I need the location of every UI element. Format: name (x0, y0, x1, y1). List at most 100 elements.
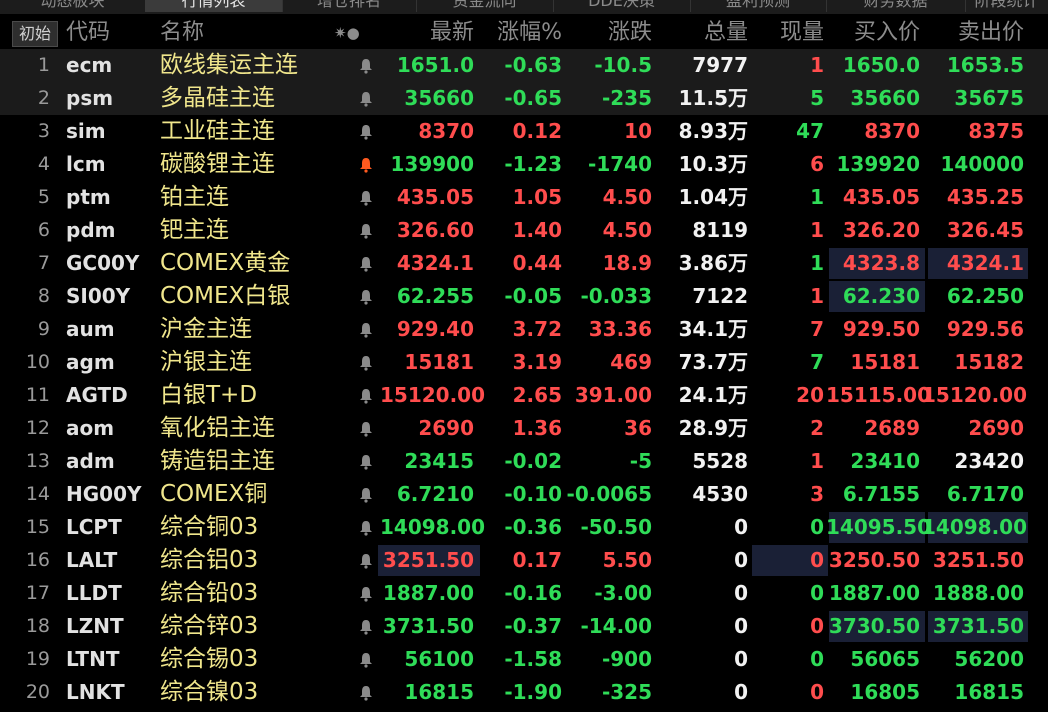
row-code: pdm (66, 218, 116, 242)
row-current-volume: 20 (796, 383, 824, 407)
row-change-pct: 0.12 (512, 119, 562, 143)
bell-icon[interactable] (356, 148, 376, 181)
tab-2[interactable]: 行情列表 (145, 0, 283, 12)
table-row[interactable]: 4 lcm 碳酸锂主连 139900 -1.23 -1740 10.3万 6 139920 140… (0, 148, 1048, 181)
table-row[interactable]: 12 aom 氧化铝主连 2690 1.36 36 28.9万 2 2689 2690 (0, 412, 1048, 445)
row-last-price: 1887.00 (382, 581, 474, 605)
header-chg[interactable]: 涨跌 (562, 16, 652, 50)
table-row[interactable]: 20 LNKT 综合镍03 16815 -1.90 -325 0 0 16805 16815 (0, 676, 1048, 709)
header-code[interactable]: 代码 (66, 16, 110, 50)
row-bid-price: 8370 (864, 119, 920, 143)
row-volume: 8119 (692, 218, 748, 242)
bell-icon[interactable] (356, 49, 376, 82)
row-change: -50.50 (580, 515, 652, 539)
table-row[interactable]: 5 ptm 铂主连 435.05 1.05 4.50 1.04万 1 435.05 435.25 (0, 181, 1048, 214)
row-code: LLDT (66, 581, 122, 605)
row-bid-price: 2689 (864, 416, 920, 440)
row-index: 2 (37, 87, 50, 109)
header-vol[interactable]: 总量 (652, 16, 748, 50)
row-ask-price: 1653.5 (946, 53, 1024, 77)
table-row[interactable]: 3 sim 工业硅主连 8370 0.12 10 8.93万 47 8370 8375 (0, 115, 1048, 148)
tab-4[interactable]: 资金流向 (416, 0, 554, 12)
table-row[interactable]: 1 ecm 欧线集运主连 1651.0 -0.63 -10.5 7977 1 1650.0 165… (0, 49, 1048, 82)
bell-icon[interactable] (356, 379, 376, 412)
table-row[interactable]: 13 adm 铸造铝主连 23415 -0.02 -5 5528 1 23410 23420 (0, 445, 1048, 478)
tab-3[interactable]: 增仓排名 (282, 0, 417, 12)
table-row[interactable]: 7 GC00Y COMEX黄金 4324.1 0.44 18.9 3.86万 1 4323.8 4… (0, 247, 1048, 280)
table-row[interactable]: 14 HG00Y COMEX铜 6.7210 -0.10 -0.0065 4530 3 6.71… (0, 478, 1048, 511)
table-row[interactable]: 15 LCPT 综合铜03 14098.00 -0.36 -50.50 0 0 14095.50… (0, 511, 1048, 544)
row-last-price: 8370 (418, 119, 474, 143)
tab-8[interactable]: 阶段统计 (965, 0, 1048, 12)
row-change-pct: 3.72 (512, 317, 562, 341)
row-current-volume: 1 (810, 185, 824, 209)
bell-icon[interactable] (356, 214, 376, 247)
row-change-pct: -0.63 (504, 53, 562, 77)
row-ask-price: 2690 (968, 416, 1024, 440)
row-volume: 3.86万 (678, 251, 748, 275)
row-bid-price: 3730.50 (828, 614, 920, 638)
header-pct[interactable]: 涨幅% (476, 16, 562, 50)
bell-icon[interactable] (356, 346, 376, 379)
row-name: 白银T+D (160, 382, 258, 408)
row-index: 11 (25, 384, 50, 406)
row-change: 4.50 (602, 218, 652, 242)
row-volume: 0 (734, 548, 748, 572)
tab-6[interactable]: 盈利预测 (690, 0, 827, 12)
row-name: 铸造铝主连 (160, 448, 275, 474)
bell-icon[interactable] (356, 676, 376, 709)
init-button[interactable]: 初始 (12, 21, 58, 47)
row-last-price: 929.40 (396, 317, 474, 341)
header-ask[interactable]: 卖出价 (922, 16, 1024, 50)
row-bid-price: 15115.00 (826, 383, 932, 407)
bell-icon[interactable] (356, 247, 376, 280)
bell-icon[interactable] (356, 313, 376, 346)
row-code: GC00Y (66, 251, 140, 275)
bell-icon[interactable] (356, 181, 376, 214)
table-row[interactable]: 9 aum 沪金主连 929.40 3.72 33.36 34.1万 7 929.50 929.5… (0, 313, 1048, 346)
bell-icon[interactable] (356, 82, 376, 115)
header-icons[interactable]: ✷● (334, 16, 360, 50)
bell-icon[interactable] (356, 610, 376, 643)
bell-icon[interactable] (356, 544, 376, 577)
row-bid-price: 16805 (850, 680, 920, 704)
bell-icon[interactable] (356, 643, 376, 676)
tab-1[interactable]: 动态板块 (0, 0, 146, 12)
bell-icon[interactable] (356, 280, 376, 313)
header-last[interactable]: 最新 (380, 16, 474, 50)
tab-7[interactable]: 财务数据 (826, 0, 966, 12)
row-index: 9 (37, 318, 50, 340)
row-name: 综合铝03 (160, 547, 259, 573)
table-row[interactable]: 11 AGTD 白银T+D 15120.00 2.65 391.00 24.1万 20 1511… (0, 379, 1048, 412)
row-ask-price: 1888.00 (932, 581, 1024, 605)
row-name: 综合锌03 (160, 613, 259, 639)
table-row[interactable]: 19 LTNT 综合锡03 56100 -1.58 -900 0 0 56065 56200 (0, 643, 1048, 676)
table-row[interactable]: 6 pdm 钯主连 326.60 1.40 4.50 8119 1 326.20 326.45 (0, 214, 1048, 247)
table-row[interactable]: 10 agm 沪银主连 15181 3.19 469 73.7万 7 15181 15182 (0, 346, 1048, 379)
bell-icon[interactable] (356, 445, 376, 478)
table-row[interactable]: 18 LZNT 综合锌03 3731.50 -0.37 -14.00 0 0 3730.50 37… (0, 610, 1048, 643)
row-change-pct: -0.05 (504, 284, 562, 308)
row-change-pct: -0.02 (504, 449, 562, 473)
row-bid-price: 435.05 (842, 185, 920, 209)
row-code: aum (66, 317, 115, 341)
header-name[interactable]: 名称 (160, 16, 204, 50)
bell-icon[interactable] (356, 115, 376, 148)
bell-icon[interactable] (356, 412, 376, 445)
row-volume: 0 (734, 581, 748, 605)
row-change-pct: 3.19 (512, 350, 562, 374)
table-row[interactable]: 2 psm 多晶硅主连 35660 -0.65 -235 11.5万 5 35660 35675 (0, 82, 1048, 115)
header-cur[interactable]: 现量 (748, 16, 824, 50)
row-ask-price: 16815 (954, 680, 1024, 704)
row-bid-price: 326.20 (842, 218, 920, 242)
row-change: 18.9 (602, 251, 652, 275)
tab-5[interactable]: DDE决策 (553, 0, 691, 12)
bell-icon[interactable] (356, 577, 376, 610)
table-row[interactable]: 8 SI00Y COMEX白银 62.255 -0.05 -0.033 7122 1 62.23… (0, 280, 1048, 313)
header-bid[interactable]: 买入价 (826, 16, 920, 50)
table-row[interactable]: 17 LLDT 综合铅03 1887.00 -0.16 -3.00 0 0 1887.00 188… (0, 577, 1048, 610)
table-row[interactable]: 16 LALT 综合铝03 3251.50 0.17 5.50 0 0 3250.50 3251.… (0, 544, 1048, 577)
row-code: LNKT (66, 680, 125, 704)
bell-icon[interactable] (356, 511, 376, 544)
bell-icon[interactable] (356, 478, 376, 511)
